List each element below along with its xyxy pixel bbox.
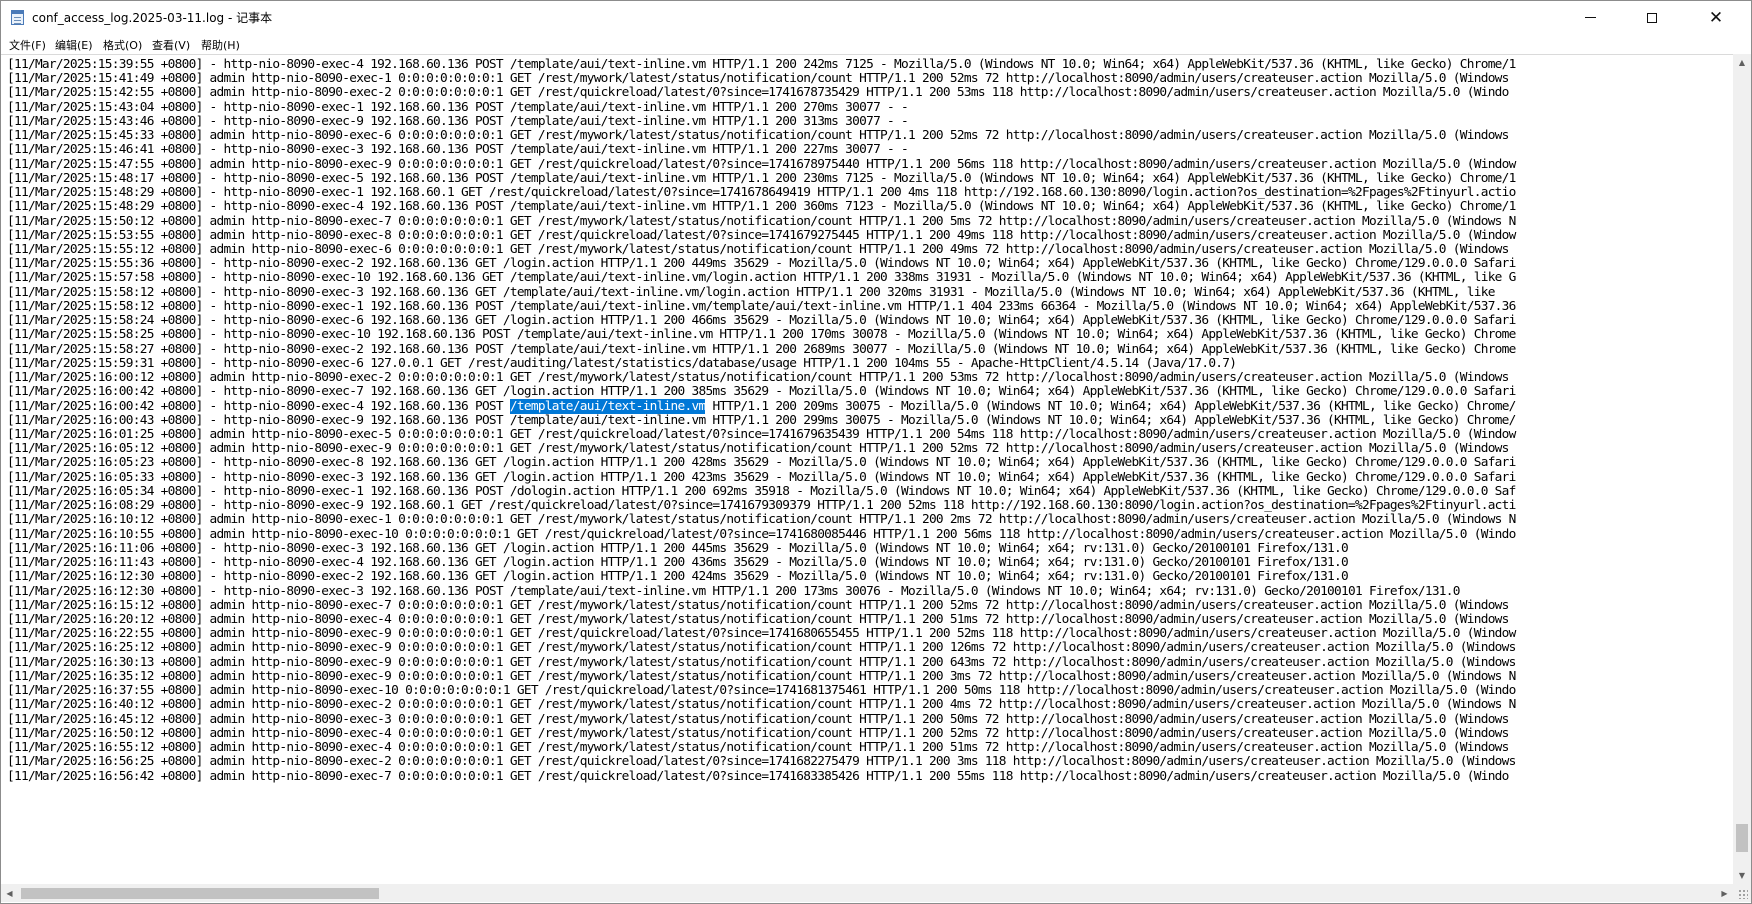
minimize-button[interactable]	[1567, 1, 1613, 34]
menu-format[interactable]: 格式(O)	[102, 37, 143, 53]
title-bar[interactable]: conf_access_log.2025-03-11.log - 记事本 ✕	[1, 1, 1751, 34]
log-line-prefix: [11/Mar/2025:16:00:42 +0800] - http-nio-…	[7, 398, 510, 414]
menu-bar: 文件(F) 编辑(E) 格式(O) 查看(V) 帮助(H)	[1, 34, 1751, 54]
window-title: conf_access_log.2025-03-11.log - 记事本	[32, 11, 273, 25]
menu-help[interactable]: 帮助(H)	[200, 37, 241, 53]
maximize-button[interactable]	[1629, 1, 1675, 34]
vertical-scrollbar[interactable]: ▲ ▼	[1733, 54, 1751, 884]
vertical-scroll-thumb[interactable]	[1736, 824, 1748, 852]
close-icon: ✕	[1708, 7, 1724, 28]
scroll-right-arrow-icon[interactable]: ▶	[1716, 884, 1733, 902]
menu-view[interactable]: 查看(V)	[151, 37, 191, 53]
resize-grip-icon	[1738, 889, 1748, 899]
scroll-down-arrow-icon[interactable]: ▼	[1733, 867, 1751, 884]
scroll-left-arrow-icon[interactable]: ◀	[1, 884, 18, 902]
menu-edit[interactable]: 编辑(E)	[54, 37, 94, 53]
scroll-up-arrow-icon[interactable]: ▲	[1733, 54, 1751, 71]
minimize-icon	[1584, 17, 1596, 18]
notepad-icon	[11, 10, 24, 25]
resize-corner[interactable]	[1733, 884, 1751, 902]
horizontal-scrollbar[interactable]: ◀ ▶	[1, 884, 1733, 902]
log-line-suffix: HTTP/1.1 200 209ms 30075 - Mozilla/5.0 (…	[705, 398, 1516, 414]
menu-file[interactable]: 文件(F)	[8, 37, 47, 53]
text-editor[interactable]: [11/Mar/2025:15:39:55 +0800] - http-nio-…	[1, 54, 1733, 885]
maximize-icon	[1647, 12, 1657, 23]
selected-text[interactable]: /template/aui/text-inline.vm	[509, 398, 706, 414]
notepad-window: conf_access_log.2025-03-11.log - 记事本 ✕ 文…	[0, 0, 1752, 904]
close-button[interactable]: ✕	[1693, 1, 1739, 34]
horizontal-scroll-thumb[interactable]	[21, 888, 379, 899]
log-line: [11/Mar/2025:16:56:42 +0800] admin http-…	[7, 768, 1509, 784]
